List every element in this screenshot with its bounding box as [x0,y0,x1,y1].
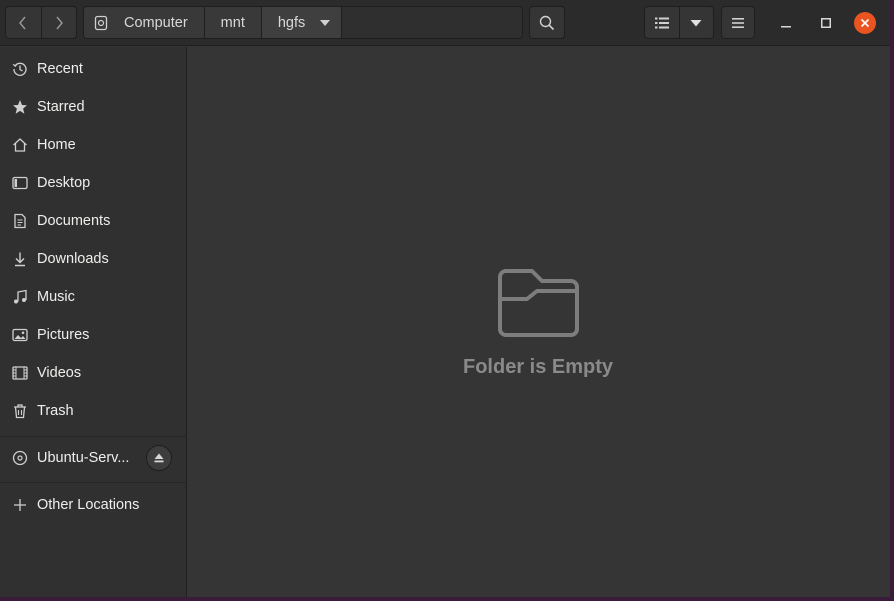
eject-icon [154,453,164,463]
eject-button[interactable] [146,445,172,471]
picture-icon [12,327,28,343]
close-button[interactable] [854,12,876,34]
close-icon [860,18,870,28]
sidebar-separator [0,482,187,483]
back-button[interactable] [6,7,41,38]
hamburger-menu-icon [732,17,744,28]
sidebar-item-starred[interactable]: Starred [0,89,187,125]
sidebar-item-label: Starred [37,99,85,115]
sidebar-item-label: Documents [37,213,111,229]
search-button[interactable] [529,6,565,39]
sidebar-item-home[interactable]: Home [0,127,187,163]
star-icon [12,99,28,115]
search-icon [539,15,555,30]
maximize-icon [821,18,831,28]
sidebar-item-label: Videos [37,365,82,381]
header-bar: Computer mnt hgfs [0,0,890,46]
sidebar-item-label: Trash [37,403,74,419]
breadcrumb-label: Computer [124,14,188,31]
home-icon [12,137,28,153]
drive-icon [94,15,108,31]
sidebar-item-desktop[interactable]: Desktop [0,165,187,201]
download-icon [12,251,28,267]
sidebar-item-other-locations[interactable]: Other Locations [0,487,187,523]
breadcrumb-mnt[interactable]: mnt [204,7,262,38]
chevron-left-icon [19,16,27,29]
view-options-button[interactable] [678,7,714,38]
path-bar: Computer mnt hgfs [83,6,523,39]
list-view-button[interactable] [645,7,679,38]
disc-icon [12,450,28,466]
sidebar: Recent Starred Home Desktop Documents Do… [0,47,187,597]
file-manager-window: Computer mnt hgfs Recent Starred Home De… [0,0,890,597]
plus-icon [12,497,28,513]
sidebar-item-downloads[interactable]: Downloads [0,241,187,277]
file-view[interactable]: Folder is Empty [188,47,890,597]
sidebar-item-label: Ubuntu-Serv... [37,450,130,466]
trash-icon [12,403,28,419]
sidebar-item-label: Music [37,289,75,305]
sidebar-item-label: Recent [37,61,83,77]
sidebar-item-pictures[interactable]: Pictures [0,317,187,353]
view-buttons [644,6,714,39]
sidebar-separator [0,436,187,437]
minimize-button[interactable] [774,11,798,35]
chevron-right-icon [56,16,63,29]
sidebar-item-music[interactable]: Music [0,279,187,315]
music-icon [12,289,28,305]
desktop-icon [12,175,28,191]
breadcrumb-label: mnt [220,14,245,31]
chevron-down-icon [319,19,331,27]
minimize-icon [781,26,791,28]
forward-button[interactable] [40,7,76,38]
sidebar-item-documents[interactable]: Documents [0,203,187,239]
sidebar-item-label: Desktop [37,175,91,191]
clock-icon [12,61,28,77]
sidebar-item-label: Other Locations [37,497,140,513]
folder-icon [498,269,579,337]
maximize-button[interactable] [814,11,838,35]
chevron-down-icon [690,19,702,26]
document-icon [12,213,28,229]
sidebar-item-label: Pictures [37,327,90,343]
sidebar-item-trash[interactable]: Trash [0,393,187,429]
sidebar-item-label: Home [37,137,76,153]
empty-folder-message: Folder is Empty [462,356,614,378]
sidebar-item-label: Downloads [37,251,109,267]
breadcrumb-computer[interactable]: Computer [84,7,205,38]
list-view-icon [654,17,669,28]
menu-button[interactable] [721,6,755,39]
navigation-buttons [5,6,77,39]
sidebar-item-recent[interactable]: Recent [0,51,187,87]
sidebar-item-videos[interactable]: Videos [0,355,187,391]
sidebar-item-ubuntu-server[interactable]: Ubuntu-Serv... [0,440,187,476]
breadcrumb-label: hgfs [277,14,306,31]
video-icon [12,365,28,381]
breadcrumb-hgfs[interactable]: hgfs [261,7,343,38]
